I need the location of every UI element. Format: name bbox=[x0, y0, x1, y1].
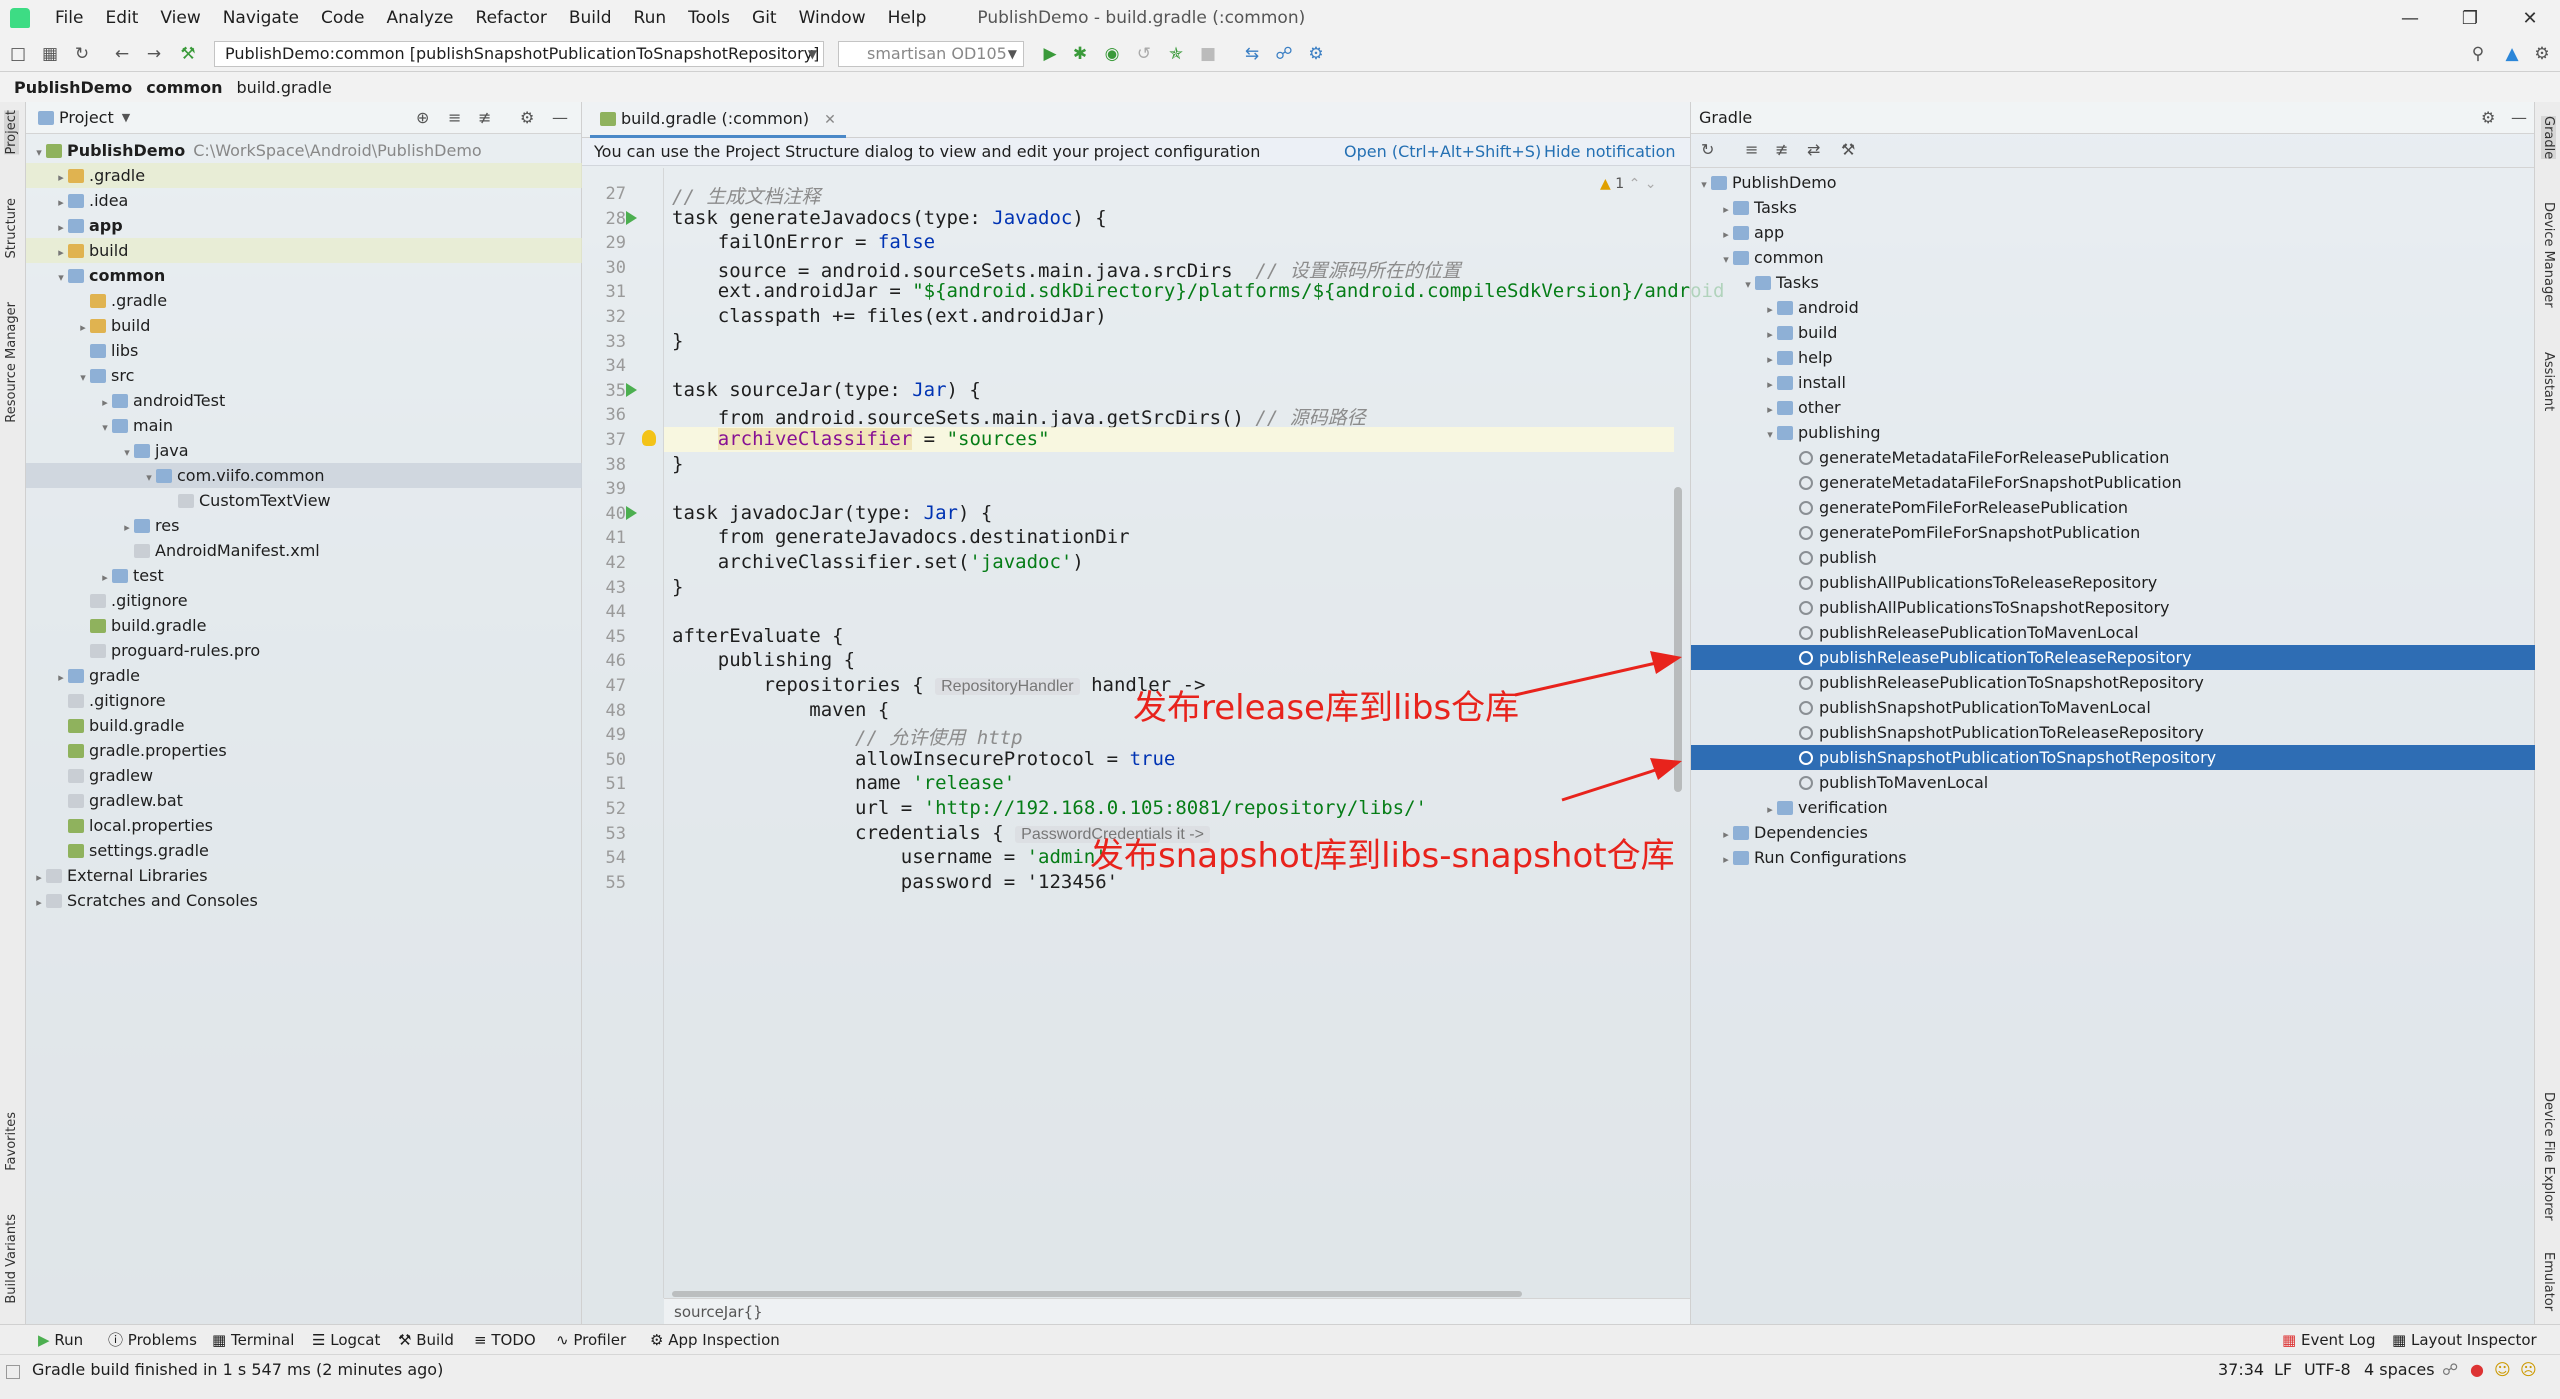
arrow-snapshot-head bbox=[1650, 758, 1682, 780]
todo-icon: ≡ bbox=[474, 1331, 487, 1349]
run-icon: ▶ bbox=[38, 1331, 50, 1349]
line-separator[interactable]: LF bbox=[2274, 1360, 2292, 1379]
frown-icon[interactable]: ☹ bbox=[2520, 1360, 2537, 1379]
arrow-release-line bbox=[1514, 659, 1666, 697]
profiler-tool-label: Profiler bbox=[573, 1331, 627, 1349]
bottom-tool-bar: ▶ Run ⓘ Problems ▦ Terminal ☰ Logcat ⚒ B… bbox=[0, 1324, 2560, 1354]
annotation-release: 发布release库到libs仓库 bbox=[1133, 688, 1520, 728]
profiler-icon: ∿ bbox=[556, 1331, 569, 1349]
arrow-snapshot-line bbox=[1561, 765, 1666, 802]
run-tool-tab[interactable]: ▶ Run bbox=[38, 1325, 83, 1355]
arrow-release-head bbox=[1650, 651, 1682, 674]
lock-icon[interactable]: ☍ bbox=[2442, 1360, 2458, 1379]
build-tool-label: Build bbox=[416, 1331, 454, 1349]
run-tool-label: Run bbox=[54, 1331, 84, 1349]
profiler-tool-tab[interactable]: ∿ Profiler bbox=[556, 1325, 626, 1355]
caret-position[interactable]: 37:34 bbox=[2218, 1360, 2264, 1379]
terminal-tool-label: Terminal bbox=[230, 1331, 295, 1349]
error-icon[interactable]: ● bbox=[2470, 1360, 2484, 1379]
logcat-tool-label: Logcat bbox=[330, 1331, 381, 1349]
terminal-icon: ▦ bbox=[212, 1331, 227, 1349]
toggle-tool-windows-icon[interactable] bbox=[6, 1365, 20, 1379]
layout-inspector-tool-label: Layout Inspector bbox=[2410, 1331, 2537, 1349]
app-inspection-icon: ⚙ bbox=[650, 1331, 664, 1349]
layout-inspector-icon: ▦ bbox=[2392, 1331, 2407, 1349]
problems-tool-label: Problems bbox=[127, 1331, 197, 1349]
terminal-tool-tab[interactable]: ▦ Terminal bbox=[212, 1325, 294, 1355]
todo-tool-tab[interactable]: ≡ TODO bbox=[474, 1325, 536, 1355]
logcat-icon: ☰ bbox=[312, 1331, 326, 1349]
todo-tool-label: TODO bbox=[491, 1331, 536, 1349]
problems-tool-tab[interactable]: ⓘ Problems bbox=[108, 1325, 197, 1355]
build-tool-tab[interactable]: ⚒ Build bbox=[398, 1325, 454, 1355]
annotation-snapshot: 发布snapshot库到libs-snapshot仓库 bbox=[1090, 836, 1675, 876]
logcat-tool-tab[interactable]: ☰ Logcat bbox=[312, 1325, 380, 1355]
event-log-icon: ▦ bbox=[2282, 1331, 2297, 1349]
status-bar: Gradle build finished in 1 s 547 ms (2 m… bbox=[0, 1354, 2560, 1399]
hammer-icon: ⚒ bbox=[398, 1331, 412, 1349]
event-log-tool-label: Event Log bbox=[2300, 1331, 2376, 1349]
layout-inspector-tool-tab[interactable]: ▦ Layout Inspector bbox=[2392, 1325, 2537, 1355]
indent-setting[interactable]: 4 spaces bbox=[2364, 1360, 2435, 1379]
smile-icon[interactable]: ☺ bbox=[2494, 1360, 2511, 1379]
app-inspection-tool-tab[interactable]: ⚙ App Inspection bbox=[650, 1325, 780, 1355]
event-log-tool-tab[interactable]: ▦ Event Log bbox=[2282, 1325, 2376, 1355]
problems-icon: ⓘ bbox=[108, 1331, 124, 1349]
file-encoding[interactable]: UTF-8 bbox=[2304, 1360, 2351, 1379]
app-inspection-tool-label: App Inspection bbox=[668, 1331, 780, 1349]
status-message[interactable]: Gradle build finished in 1 s 547 ms (2 m… bbox=[32, 1360, 443, 1379]
